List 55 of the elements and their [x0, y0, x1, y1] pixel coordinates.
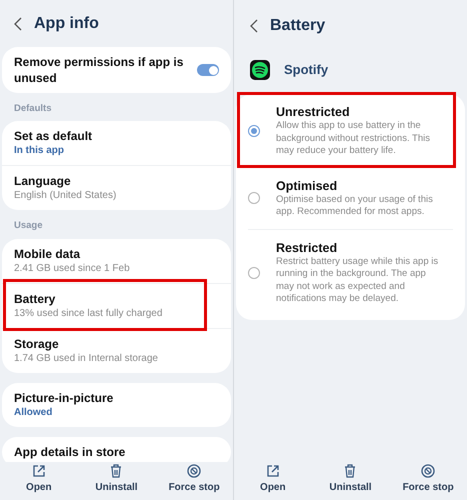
- action-button[interactable]: Uninstall: [84, 464, 148, 495]
- option-description: Restrict battery usage while this app is running in the background. The app may not work as expected and notifications may be delayed.: [276, 256, 440, 306]
- action-button[interactable]: Uninstall: [318, 464, 382, 495]
- open-icon: [32, 464, 46, 478]
- radio-button[interactable]: [248, 266, 260, 278]
- settings-item[interactable]: Mobile data 2.41 GB used since 1 Feb: [2, 238, 231, 282]
- item-subtitle: In this app: [14, 144, 65, 158]
- radio-button[interactable]: [248, 124, 260, 137]
- stop-icon: [421, 464, 436, 478]
- back-icon[interactable]: [14, 16, 22, 30]
- item-title: Mobile data: [14, 246, 82, 262]
- stop-icon: [187, 464, 202, 478]
- battery-option[interactable]: Optimised Optimise based on your usage of this app. Recommended for most apps.: [248, 168, 453, 228]
- settings-item[interactable]: Picture-in-picture Allowed: [2, 382, 231, 426]
- settings-item[interactable]: Battery 13% used since last fully charged: [2, 284, 231, 328]
- option-title: Unrestricted: [276, 104, 351, 120]
- item-title: Remove permissions if app is unused: [14, 54, 184, 86]
- settings-item[interactable]: App details in store: [2, 436, 231, 462]
- action-button[interactable]: Open: [6, 464, 71, 495]
- item-title: Set as default: [14, 128, 94, 144]
- settings-item[interactable]: Remove permissions if app is unused: [2, 47, 231, 93]
- radio-button[interactable]: [248, 192, 260, 204]
- item-title: Storage: [14, 336, 60, 352]
- trash-icon: [110, 464, 122, 478]
- option-description: Optimise based on your usage of this app. Recommended for most apps.: [276, 194, 434, 218]
- open-icon: [266, 464, 280, 478]
- item-title: App details in store: [14, 444, 126, 460]
- battery-option[interactable]: Restricted Restrict battery usage while this app is running in the background. The app may not work as expected and notifications may be delayed.: [248, 230, 453, 316]
- option-title: Optimised: [276, 178, 338, 194]
- app-icon: [250, 60, 270, 80]
- settings-item[interactable]: Set as default In this app: [2, 121, 231, 166]
- trash-icon: [344, 464, 356, 478]
- option-description: Allow this app to use battery in the background without restrictions. This may reduce your battery life.: [276, 120, 432, 158]
- toggle-switch[interactable]: [197, 64, 219, 76]
- back-icon[interactable]: [250, 19, 258, 33]
- section-header: Usage: [13, 219, 44, 234]
- action-button[interactable]: Force stop: [396, 464, 460, 495]
- settings-item[interactable]: Language English (United States): [2, 166, 231, 210]
- item-subtitle: 13% used since last fully charged: [14, 306, 164, 320]
- item-subtitle: English (United States): [14, 189, 118, 204]
- app-name: Spotify: [284, 61, 328, 80]
- settings-item[interactable]: Storage 1.74 GB used in Internal storage: [2, 328, 231, 372]
- item-subtitle: 2.41 GB used since 1 Feb: [14, 262, 131, 276]
- action-button[interactable]: Force stop: [162, 464, 226, 495]
- action-button[interactable]: Open: [240, 464, 305, 495]
- screen-title: Battery: [270, 16, 326, 36]
- item-subtitle: Allowed: [14, 406, 54, 420]
- item-title: Picture-in-picture: [14, 390, 114, 406]
- option-title: Restricted: [276, 240, 338, 256]
- battery-option[interactable]: Unrestricted Allow this app to use battery in the background without restrictions. This may reduce your battery life.: [248, 94, 453, 168]
- screen-title: App info: [34, 14, 99, 34]
- section-header: Defaults: [13, 102, 52, 116]
- item-subtitle: 1.74 GB used in Internal storage: [14, 352, 159, 366]
- item-title: Language: [14, 173, 72, 190]
- item-title: Battery: [14, 290, 56, 306]
